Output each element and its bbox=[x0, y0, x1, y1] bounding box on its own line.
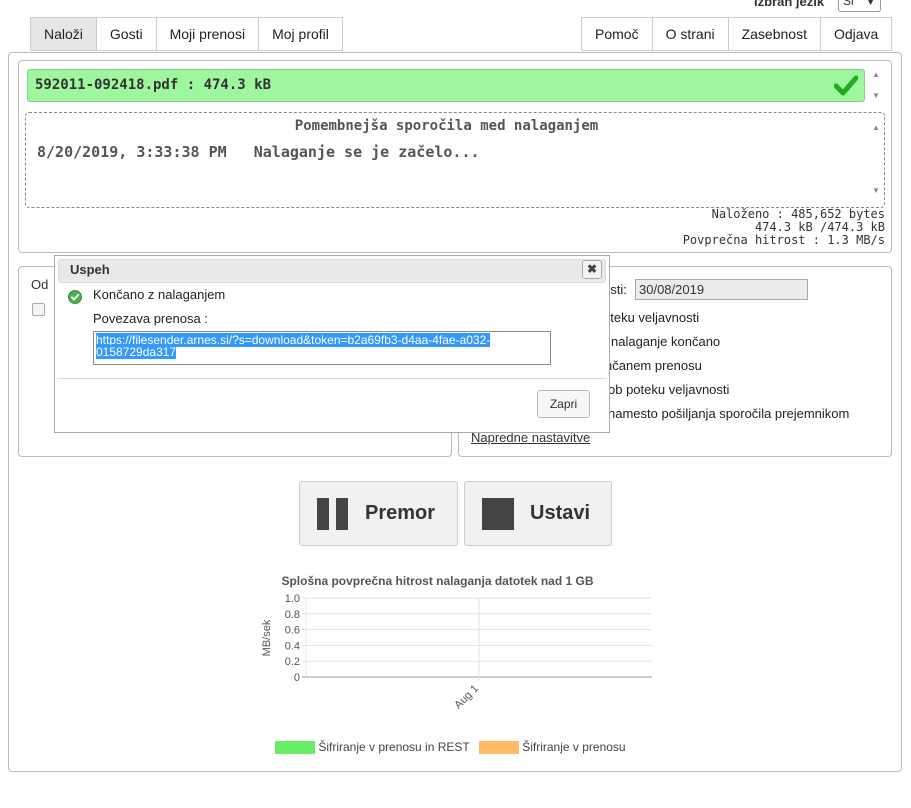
stop-label: Ustavi bbox=[530, 502, 591, 524]
file-progress-bar: 592011-092418.pdf : 474.3 kB bbox=[27, 69, 865, 102]
stop-button[interactable]: Ustavi bbox=[464, 481, 612, 546]
tab-logout[interactable]: Odjava bbox=[820, 17, 893, 51]
y-tick-label: 0.8 bbox=[285, 609, 300, 621]
message-text: Nalaganje se je začelo... bbox=[253, 143, 480, 161]
scroll-down-icon[interactable]: ▼ bbox=[869, 186, 883, 195]
dialog-title: Uspeh bbox=[70, 262, 110, 277]
legend-label: Šifriranje v prenosu in REST bbox=[318, 740, 470, 754]
x-tick-label: Aug 1 bbox=[452, 683, 481, 712]
chevron-down-icon: ▼ bbox=[866, 0, 875, 7]
stat-speed: Povprečna hitrost : 1.3 MB/s bbox=[682, 233, 885, 247]
upload-stats: Naloženo : 485,652 bytes 474.3 kB /474.3… bbox=[683, 208, 885, 247]
message-time: 8/20/2019, 3:33:38 PM bbox=[37, 143, 227, 161]
tab-upload[interactable]: Naloži bbox=[30, 17, 97, 51]
option-text: nčanem prenosu bbox=[605, 358, 702, 373]
y-tick-label: 0.2 bbox=[285, 656, 300, 668]
tab-privacy[interactable]: Zasebnost bbox=[728, 17, 821, 51]
tab-about[interactable]: O strani bbox=[652, 17, 729, 51]
y-tick-label: 1.0 bbox=[285, 593, 300, 605]
upload-done-text: Končano z nalaganjem bbox=[93, 287, 226, 302]
download-link-label: Povezava prenosa : bbox=[93, 311, 208, 326]
tab-guests[interactable]: Gosti bbox=[96, 17, 157, 51]
option-text: nalaganje končano bbox=[611, 334, 721, 349]
dialog-header bbox=[58, 259, 606, 283]
scroll-up-icon[interactable]: ▲ bbox=[869, 123, 883, 132]
close-button[interactable]: Zapri bbox=[537, 390, 590, 418]
option-label-od: Od bbox=[31, 277, 49, 292]
language-select[interactable]: Sl ▼ bbox=[838, 0, 881, 12]
download-link-line: 0158729da317 bbox=[96, 345, 177, 359]
language-label: Izbran jezik bbox=[754, 0, 825, 9]
option-text: ob poteku veljavnosti bbox=[608, 382, 730, 397]
chart-title: Splošna povprečna hitrost nalaganja dato… bbox=[281, 574, 594, 588]
option-text: oteku veljavnosti bbox=[603, 310, 700, 325]
tab-my-transfers[interactable]: Moji prenosi bbox=[156, 17, 260, 51]
y-axis-label: MB/sek bbox=[261, 619, 273, 656]
y-tick-label: 0 bbox=[294, 672, 300, 684]
scroll-up-icon[interactable]: ▲ bbox=[869, 70, 883, 79]
success-icon bbox=[68, 290, 82, 304]
legend-swatch-green bbox=[275, 741, 315, 755]
legend-label: Šifriranje v prenosu bbox=[522, 740, 626, 754]
pause-button[interactable]: Premor bbox=[299, 481, 458, 546]
message-row: 8/20/2019, 3:33:38 PM Nalaganje se je za… bbox=[37, 143, 480, 161]
tab-help[interactable]: Pomoč bbox=[581, 17, 653, 51]
option-checkbox[interactable] bbox=[32, 303, 45, 316]
language-value: Sl bbox=[843, 0, 854, 8]
option-text: namesto pošiljanja sporočila prejemnikom bbox=[608, 406, 850, 421]
legend-swatch-orange bbox=[478, 741, 519, 755]
pause-label: Premor bbox=[365, 502, 436, 524]
scroll-down-icon[interactable]: ▼ bbox=[869, 91, 883, 100]
legend: Šifriranje v prenosu in REST Šifriranje … bbox=[275, 740, 626, 755]
download-link-textarea[interactable]: https://filesender.arnes.si/?s=download&… bbox=[93, 331, 551, 365]
y-tick-label: 0.4 bbox=[285, 640, 300, 652]
stop-icon bbox=[482, 497, 514, 530]
dialog-divider bbox=[58, 378, 606, 379]
speed-chart: 1.0 0.8 0.6 0.4 0.2 0 Aug 1 MB/sek bbox=[261, 593, 652, 712]
pause-icon bbox=[317, 497, 349, 530]
y-tick-label: 0.6 bbox=[285, 625, 300, 637]
main-nav-right: Pomoč O strani Zasebnost Odjava bbox=[581, 17, 893, 51]
expiry-date-input[interactable]: 30/08/2019 bbox=[635, 279, 808, 300]
main-nav-left: Naloži Gosti Moji prenosi Moj profil bbox=[30, 17, 343, 51]
tab-my-profile[interactable]: Moj profil bbox=[259, 17, 343, 51]
checkmark-icon bbox=[834, 75, 858, 96]
messages-title: Pomembnejša sporočila med nalaganjem bbox=[294, 118, 599, 134]
close-icon[interactable]: ✖ bbox=[582, 260, 602, 279]
